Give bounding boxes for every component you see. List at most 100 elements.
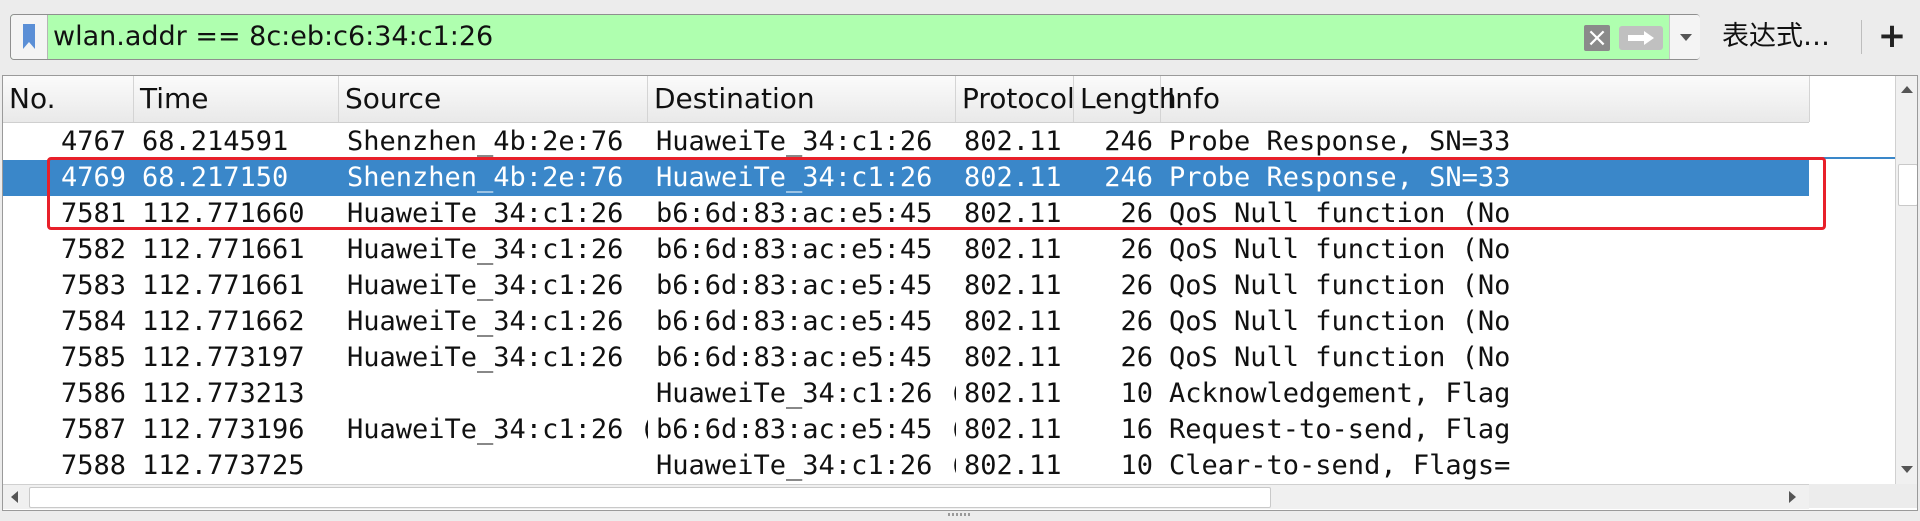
- cell-time: 112.771661: [142, 234, 305, 265]
- cell-source: HuaweiTe_34:c1:26 (…: [347, 414, 648, 445]
- cell-protocol: 802.11: [964, 306, 1062, 337]
- cell-no: 7584: [60, 306, 126, 337]
- cell-protocol: 802.11: [964, 342, 1062, 373]
- cell-protocol: 802.11: [964, 234, 1062, 265]
- packet-row[interactable]: 7587 112.773196 HuaweiTe_34:c1:26 (… b6:6d:…: [3, 412, 1809, 448]
- packet-row[interactable]: 7581 112.771660 HuaweiTe_34:c1:26 b6:6d:83:…: [3, 196, 1809, 232]
- toolbar-divider: [1861, 20, 1862, 54]
- cell-info: QoS Null function (No: [1169, 342, 1511, 373]
- packet-row[interactable]: 7585 112.773197 HuaweiTe_34:c1:26 b6:6d:83:…: [3, 340, 1809, 376]
- apply-filter-button[interactable]: [1619, 26, 1663, 50]
- add-filter-button[interactable]: +: [1870, 14, 1914, 60]
- packet-rows: 4767 68.214591 Shenzhen_4b:2e:76 HuaweiTe_3…: [3, 122, 1809, 484]
- horizontal-scroll-thumb[interactable]: [29, 487, 1271, 508]
- bookmark-icon: [23, 24, 35, 49]
- filter-history-dropdown[interactable]: [1669, 15, 1700, 59]
- column-header-length[interactable]: Length: [1074, 76, 1177, 122]
- cell-protocol: 802.11: [964, 198, 1062, 229]
- cell-source: [339, 448, 648, 484]
- header-filler: [1809, 76, 1896, 122]
- packet-list-header: No. Time Source Destination Protocol Len…: [3, 76, 1809, 123]
- packet-row[interactable]: 7588 112.773725 HuaweiTe_34:c1:26 (… 802.11…: [3, 448, 1809, 484]
- packet-row[interactable]: 7586 112.773213 HuaweiTe_34:c1:26 (… 802.11…: [3, 376, 1809, 412]
- expression-button[interactable]: 表达式…: [1722, 14, 1842, 60]
- vertical-scroll-thumb[interactable]: [1898, 164, 1917, 206]
- cell-time: 112.773197: [142, 342, 305, 373]
- cell-no: 7583: [60, 270, 126, 301]
- cell-destination: HuaweiTe_34:c1:26 (…: [656, 378, 956, 409]
- cell-protocol: 802.11: [964, 450, 1062, 481]
- cell-destination: b6:6d:83:ac:e5:45: [656, 198, 933, 229]
- cell-no: 4769: [60, 162, 126, 193]
- filter-text[interactable]: wlan.addr == 8c:eb:c6:34:c1:26: [53, 15, 493, 59]
- column-header-info[interactable]: Info: [1161, 76, 1809, 122]
- chevron-down-icon: [1680, 34, 1692, 41]
- scroll-left-arrow-icon[interactable]: [11, 491, 18, 503]
- column-header-source[interactable]: Source: [339, 76, 648, 122]
- cell-source: Shenzhen_4b:2e:76: [347, 162, 624, 193]
- packet-row[interactable]: 4767 68.214591 Shenzhen_4b:2e:76 HuaweiTe_3…: [3, 124, 1809, 160]
- cell-length: 10: [1120, 378, 1153, 409]
- cell-source: HuaweiTe_34:c1:26: [347, 234, 624, 265]
- vertical-scrollbar[interactable]: [1895, 76, 1917, 484]
- scroll-up-arrow-icon[interactable]: [1901, 86, 1913, 93]
- cell-length: 26: [1120, 306, 1153, 337]
- selection-accent-line: [1809, 157, 1895, 159]
- cell-info: Acknowledgement, Flag: [1169, 378, 1511, 409]
- cell-length: 246: [1104, 126, 1153, 157]
- cell-time: 112.773213: [142, 378, 305, 409]
- cell-info: Request-to-send, Flag: [1169, 414, 1511, 445]
- cell-destination: b6:6d:83:ac:e5:45: [656, 306, 933, 337]
- cell-source: HuaweiTe_34:c1:26: [347, 306, 624, 337]
- cell-destination: HuaweiTe_34:c1:26: [656, 162, 933, 193]
- cell-info: QoS Null function (No: [1169, 306, 1511, 337]
- cell-time: 68.217150: [142, 162, 289, 193]
- cell-source: HuaweiTe_34:c1:26: [347, 270, 624, 301]
- column-header-time[interactable]: Time: [134, 76, 339, 122]
- cell-source: [339, 376, 648, 412]
- cell-protocol: 802.11: [964, 270, 1062, 301]
- cell-source: Shenzhen_4b:2e:76: [347, 126, 624, 157]
- packet-row[interactable]: 4769 68.217150 Shenzhen_4b:2e:76 HuaweiTe_3…: [3, 160, 1809, 196]
- column-header-no[interactable]: No.: [3, 76, 134, 122]
- packet-list: No. Time Source Destination Protocol Len…: [2, 75, 1918, 511]
- display-filter-toolbar: wlan.addr == 8c:eb:c6:34:c1:26 × 表达式… +: [0, 0, 1920, 74]
- cell-info: QoS Null function (No: [1169, 198, 1511, 229]
- cell-source: HuaweiTe_34:c1:26: [347, 198, 624, 229]
- cell-length: 26: [1120, 234, 1153, 265]
- scroll-right-arrow-icon[interactable]: [1789, 491, 1796, 503]
- cell-no: 4767: [60, 126, 126, 157]
- cell-time: 68.214591: [142, 126, 289, 157]
- cell-info: Clear-to-send, Flags=: [1169, 450, 1511, 481]
- cell-protocol: 802.11: [964, 378, 1062, 409]
- cell-destination: b6:6d:83:ac:e5:45 (…: [656, 414, 956, 445]
- cell-length: 26: [1120, 198, 1153, 229]
- cell-protocol: 802.11: [964, 126, 1062, 157]
- cell-destination: HuaweiTe_34:c1:26 (…: [656, 450, 956, 481]
- cell-length: 16: [1120, 414, 1153, 445]
- horizontal-scrollbar[interactable]: [3, 484, 1809, 509]
- cell-time: 112.773196: [142, 414, 305, 445]
- cell-no: 7587: [60, 414, 126, 445]
- packet-row[interactable]: 7584 112.771662 HuaweiTe_34:c1:26 b6:6d:83:…: [3, 304, 1809, 340]
- pane-resize-grip[interactable]: [948, 513, 972, 516]
- packet-row[interactable]: 7583 112.771661 HuaweiTe_34:c1:26 b6:6d:83:…: [3, 268, 1809, 304]
- packet-row[interactable]: 7582 112.771661 HuaweiTe_34:c1:26 b6:6d:83:…: [3, 232, 1809, 268]
- column-header-destination[interactable]: Destination: [648, 76, 956, 122]
- scroll-down-arrow-icon[interactable]: [1901, 466, 1913, 473]
- cell-protocol: 802.11: [964, 162, 1062, 193]
- cell-destination: HuaweiTe_34:c1:26: [656, 126, 933, 157]
- display-filter-input[interactable]: wlan.addr == 8c:eb:c6:34:c1:26 ×: [10, 14, 1700, 60]
- cell-no: 7588: [60, 450, 126, 481]
- cell-length: 246: [1104, 162, 1153, 193]
- cell-time: 112.771661: [142, 270, 305, 301]
- filter-bookmark-button[interactable]: [11, 15, 48, 59]
- cell-destination: b6:6d:83:ac:e5:45: [656, 234, 933, 265]
- cell-time: 112.773725: [142, 450, 305, 481]
- clear-filter-button[interactable]: ×: [1584, 25, 1610, 51]
- cell-info: QoS Null function (No: [1169, 270, 1511, 301]
- column-header-protocol[interactable]: Protocol: [956, 76, 1075, 122]
- cell-info: QoS Null function (No: [1169, 234, 1511, 265]
- cell-length: 26: [1120, 342, 1153, 373]
- cell-source: HuaweiTe_34:c1:26: [347, 342, 624, 373]
